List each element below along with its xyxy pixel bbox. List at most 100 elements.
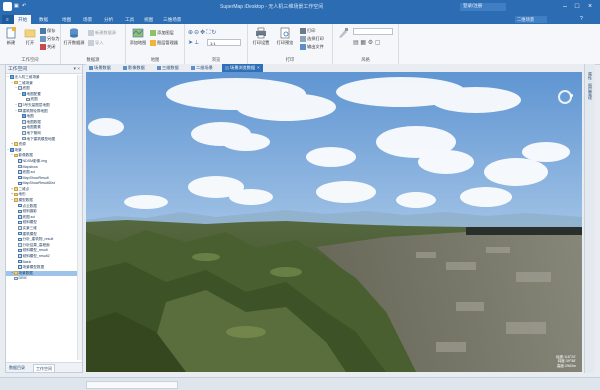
scene-view[interactable]: 经度:116°20' 纬度:39°58' 高度:2563m bbox=[86, 72, 582, 372]
print-area-button[interactable]: 选择打印 bbox=[300, 35, 324, 42]
refresh-icon[interactable]: ↻ bbox=[211, 30, 217, 36]
open-workspace-button[interactable]: 打开 bbox=[21, 27, 39, 46]
scene-navigation-compass-icon[interactable] bbox=[558, 90, 573, 104]
layer-icon bbox=[18, 86, 22, 90]
coord-height: 高度:2563m bbox=[556, 363, 576, 368]
open-datasource-button[interactable]: 打开数据源 bbox=[63, 27, 85, 46]
group-label-datasource: 数据源 bbox=[86, 57, 100, 62]
close-icon[interactable]: × bbox=[585, 2, 595, 11]
workspace-panel-header: 工作空间 ▾ × bbox=[6, 65, 82, 74]
folder-icon bbox=[14, 80, 18, 85]
maximize-icon[interactable]: □ bbox=[572, 2, 582, 11]
layer-icon bbox=[22, 136, 26, 141]
chk-icon bbox=[18, 231, 22, 236]
right-dock-label[interactable]: 属性 · 图层管理 bbox=[587, 72, 593, 100]
add-layer-icon bbox=[150, 29, 156, 36]
workspace-panel-title: 工作空间 bbox=[8, 67, 28, 72]
document-tab-3[interactable]: 二维场景 bbox=[188, 64, 216, 72]
tree-node-label: 底图.sci bbox=[22, 170, 36, 175]
open-folder-icon bbox=[24, 29, 36, 38]
ribbon-tab-7[interactable]: 三维场景 bbox=[159, 15, 185, 24]
scale-combo[interactable]: 1:1 bbox=[207, 39, 241, 46]
close-workspace-button[interactable]: 关闭 bbox=[40, 43, 55, 50]
ribbon-tab-3[interactable]: 场景 bbox=[79, 15, 96, 24]
ribbon-tab-0[interactable]: 开始 bbox=[14, 15, 32, 24]
map-icon bbox=[10, 148, 14, 152]
output-icon bbox=[300, 43, 306, 50]
save-as-button[interactable]: 另存为 bbox=[40, 35, 60, 42]
preview-icon bbox=[280, 27, 290, 39]
add-layer-button[interactable]: 添加图层 bbox=[150, 29, 174, 36]
select-icon[interactable]: ➤ bbox=[188, 40, 193, 46]
layer-icon bbox=[18, 164, 22, 169]
document-tab-label: 场景浏览数据 bbox=[230, 65, 256, 70]
new-workspace-button[interactable]: 新建 bbox=[2, 27, 20, 46]
help-icon[interactable]: ? bbox=[580, 16, 588, 23]
ribbon-tab-5[interactable]: 工具 bbox=[121, 15, 138, 24]
style-combo[interactable] bbox=[353, 28, 393, 35]
chk-icon bbox=[18, 259, 22, 264]
document-tab-0[interactable]: 场景数据 bbox=[86, 64, 114, 72]
line-style-icon[interactable]: ▦ bbox=[360, 40, 366, 46]
brush-icon bbox=[339, 28, 348, 38]
account-button[interactable]: 登录/注册 bbox=[460, 3, 506, 11]
tree-node-label: 点云数据 bbox=[22, 203, 37, 208]
status-bar bbox=[0, 377, 600, 390]
map-icon bbox=[22, 114, 26, 118]
measure-icon[interactable]: ⟂ bbox=[195, 40, 199, 46]
right-dock-strip[interactable]: 属性 · 图层管理 bbox=[584, 64, 595, 373]
ribbon: 新建 打开 保存 另存为 关闭 工作空间 打开数据源 新建数据源 导入 数据源 … bbox=[0, 24, 600, 65]
tree-node-label: 地下管网 bbox=[26, 130, 41, 135]
quick-undo-icon[interactable]: ↶ bbox=[22, 3, 28, 10]
layer-manager-button[interactable]: 图层管理器 bbox=[150, 39, 178, 46]
group-browse: ⊕⊖✥⛶↻ ➤ ⟂ 1:1 浏览 bbox=[185, 24, 248, 64]
ribbon-tab-6[interactable]: 视图 bbox=[140, 15, 157, 24]
quick-save-icon[interactable]: ▣ bbox=[14, 3, 20, 10]
tree-node-label: NDSM影像.img bbox=[22, 158, 48, 163]
workspace-panel: 工作空间 ▾ × − 无人机三维场景 − 二维场景 − 底图 − 地图配置 底图 −3号矢量图层地… bbox=[5, 64, 83, 373]
tree-node-label: 地图要素 bbox=[26, 125, 41, 130]
print-button[interactable]: 打印 bbox=[300, 27, 315, 34]
print-setup-button[interactable]: 打印设置 bbox=[250, 27, 272, 46]
ribbon-tab-2[interactable]: 地图 bbox=[58, 15, 75, 24]
style-brush-button[interactable] bbox=[335, 27, 351, 39]
new-datasource-button[interactable]: 新建数据源 bbox=[88, 29, 116, 36]
scene-tab-icon bbox=[157, 65, 161, 70]
import-button[interactable]: 导入 bbox=[88, 39, 103, 46]
document-tab-4[interactable]: 场景浏览数据 × bbox=[222, 64, 263, 72]
document-tab-bar: 场景数据 影像数据 三维数据 二维场景 场景浏览数据 × bbox=[86, 64, 592, 72]
import-icon bbox=[88, 39, 94, 46]
fill-icon[interactable]: ▤ bbox=[353, 40, 359, 46]
output-file-button[interactable]: 输出文件 bbox=[300, 43, 324, 50]
app-logo-icon[interactable] bbox=[3, 2, 12, 11]
minimize-icon[interactable]: – bbox=[560, 2, 570, 11]
layer-icon bbox=[18, 103, 22, 107]
scene-tab-icon bbox=[191, 65, 195, 70]
print-preview-button[interactable]: 打印预览 bbox=[274, 27, 296, 46]
scene-tab-icon bbox=[123, 65, 127, 70]
layer-icon bbox=[18, 243, 22, 247]
group-print: 打印设置 打印预览 打印 选择打印 输出文件 打印 bbox=[248, 24, 333, 64]
scene-render bbox=[86, 72, 582, 372]
ribbon-tab-1[interactable]: 数据 bbox=[35, 15, 52, 24]
chk-icon bbox=[18, 215, 22, 219]
group-label-map: 地图 bbox=[150, 57, 160, 62]
tree-node[interactable]: DEM bbox=[6, 276, 80, 282]
folder-icon bbox=[14, 153, 18, 158]
settings-icon[interactable]: ⚙ bbox=[368, 40, 373, 46]
tree-scrollbar[interactable] bbox=[77, 75, 82, 360]
symbol-icon[interactable]: ▢ bbox=[375, 40, 381, 46]
panel-pin-icon[interactable]: ▾ × bbox=[73, 65, 80, 74]
ribbon-right-label[interactable]: 二维场景 bbox=[515, 16, 547, 23]
save-workspace-button[interactable]: 保存 bbox=[40, 27, 55, 34]
document-tab-1[interactable]: 影像数据 bbox=[120, 64, 148, 72]
tree-node-label: 无人机三维场景 bbox=[14, 75, 40, 79]
document-tab-2[interactable]: 三维数据 bbox=[154, 64, 182, 72]
tree-node-label: 3号矢量图层地图 bbox=[22, 102, 50, 107]
close-tab-icon[interactable]: × bbox=[257, 65, 259, 70]
panel-tab-0[interactable]: 数据目录 bbox=[7, 364, 27, 371]
folder-icon bbox=[14, 187, 18, 191]
panel-tab-1[interactable]: 工作空间 bbox=[33, 364, 55, 372]
ribbon-tab-4[interactable]: 分析 bbox=[100, 15, 117, 24]
add-map-button[interactable]: 添加地图 bbox=[128, 27, 148, 46]
